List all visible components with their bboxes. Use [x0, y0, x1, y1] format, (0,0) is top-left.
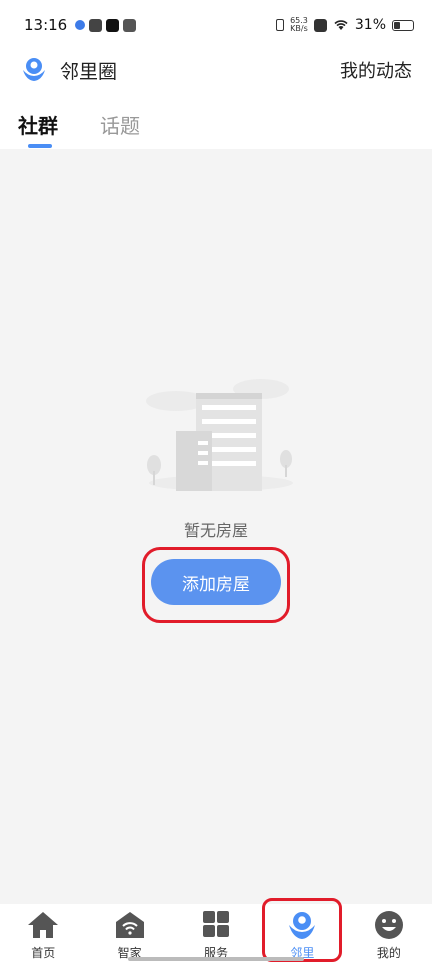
main-content: 暂无房屋 添加房屋 [0, 149, 432, 904]
close-box-icon [313, 18, 327, 32]
bottom-nav: 首页 智家 服务 邻里 我的 [0, 904, 432, 964]
net-speed: 65.3 KB/s [290, 17, 308, 33]
tab-topics[interactable]: 话题 [100, 100, 140, 148]
nav-label: 我的 [376, 946, 401, 960]
notification-icons [75, 18, 137, 32]
nav-home[interactable]: 首页 [0, 904, 86, 964]
app-header: 邻里圈 我的动态 [0, 50, 432, 90]
empty-house-illustration [146, 379, 293, 491]
app-notification-icon [75, 20, 86, 30]
battery-icon [392, 19, 414, 31]
empty-state-message: 暂无房屋 [183, 521, 248, 540]
smart-home-icon [115, 912, 144, 938]
my-activity-link[interactable]: 我的动态 [340, 57, 412, 83]
home-indicator [128, 957, 304, 961]
services-icon [203, 911, 230, 937]
tab-active-indicator [28, 144, 52, 148]
home-icon [28, 912, 59, 938]
app-notification-icon [89, 18, 103, 32]
battery-percent: 31% [354, 17, 386, 33]
vibrate-icon [276, 19, 285, 31]
nav-smart-home[interactable]: 智家 [86, 904, 172, 964]
tab-bar: 社群 话题 [0, 100, 432, 148]
neighbors-logo-icon [23, 58, 45, 81]
tab-label: 话题 [100, 114, 140, 138]
nav-services[interactable]: 服务 [173, 904, 259, 964]
tiktok-icon [106, 18, 120, 32]
status-time: 13:16 [24, 16, 68, 34]
app-notification-icon [123, 18, 137, 32]
tab-community[interactable]: 社群 [18, 100, 58, 148]
nav-profile[interactable]: 我的 [346, 904, 432, 964]
status-bar: 13:16 65.3 KB/s 31% [0, 0, 432, 50]
net-speed-unit: KB/s [290, 24, 308, 33]
tab-label: 社群 [18, 114, 58, 138]
nav-label: 首页 [31, 946, 56, 960]
annotation-highlight [262, 898, 342, 962]
profile-icon [374, 911, 403, 939]
page-title: 邻里圈 [60, 60, 118, 83]
annotation-highlight [142, 547, 290, 623]
wifi-icon [334, 20, 348, 30]
status-right: 65.3 KB/s 31% [276, 17, 414, 33]
